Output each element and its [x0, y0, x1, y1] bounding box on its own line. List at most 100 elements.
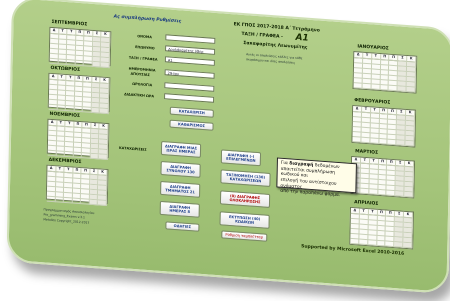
- calendar-days[interactable]: [48, 79, 110, 115]
- day-cell[interactable]: [49, 58, 59, 65]
- surname-label: ΕΠΩΝΥΜΟ: [135, 45, 155, 51]
- day-cell[interactable]: [100, 108, 109, 115]
- day-cell[interactable]: [82, 107, 92, 113]
- day-cell[interactable]: [359, 239, 369, 246]
- day-cell[interactable]: [397, 86, 407, 92]
- day-cell[interactable]: [385, 241, 395, 248]
- delete-date-button[interactable]: ΔΙΑΓΡΑΦΗ ΗΜΕΡΑΣ 8: [159, 200, 200, 218]
- day-cell[interactable]: [377, 189, 387, 196]
- day-cell[interactable]: [73, 152, 83, 159]
- clear-button[interactable]: ΚΑΘΑΡΙΣΜΟΣ: [169, 119, 214, 131]
- day-cell[interactable]: [74, 106, 84, 113]
- day-cell[interactable]: [403, 242, 413, 249]
- day-cell[interactable]: [64, 151, 74, 158]
- calendar-days[interactable]: [350, 213, 413, 249]
- day-cell[interactable]: [57, 105, 66, 111]
- day-cell[interactable]: [47, 150, 57, 157]
- day-cell[interactable]: [58, 59, 67, 66]
- day-cell[interactable]: [387, 139, 397, 146]
- delete-selected-button[interactable]: ΔΙΑΓΡΑΦΗ (-) ΕΠΙΛΕΓΜΕΝΩΝ: [220, 149, 262, 167]
- screenshot-stage: Ας συμπλήρωση Ρυθμίσεις ΕΚ ΓΠΟΣ 2017-201…: [0, 0, 450, 301]
- day-cell[interactable]: [46, 196, 56, 203]
- sort-button[interactable]: ΤΑΞΙΝΟΜΗΣΗ (130) ΚΑΤΑΧΩΡΙΣΕΩΝ: [220, 169, 271, 187]
- calendar-days[interactable]: [49, 33, 111, 69]
- delete-section-button[interactable]: ΔΙΑΓΡΑΦΗ ΤΜΗΜΑΤΟΣ 21: [160, 180, 201, 198]
- day-cell[interactable]: [396, 140, 406, 146]
- name-field[interactable]: [165, 34, 216, 44]
- day-cell[interactable]: [83, 61, 93, 67]
- calendar-days[interactable]: [353, 58, 417, 93]
- print-codes-button[interactable]: ΕΚΤΥΠΩΣΗ (40) ΚΩΔΙΚΩΝ: [219, 211, 270, 229]
- day-cell[interactable]: [99, 154, 108, 161]
- calendar-days[interactable]: [46, 171, 108, 206]
- day-cell[interactable]: [376, 240, 386, 247]
- day-cell[interactable]: [369, 189, 378, 195]
- day-cell[interactable]: [395, 191, 405, 197]
- day-cell[interactable]: [371, 84, 381, 91]
- class-title-label: ΤΑΞΗ / ΓΡΑΦΕΑ -: [241, 31, 283, 40]
- day-cell[interactable]: [352, 137, 362, 143]
- day-cell[interactable]: [92, 61, 102, 68]
- day-cell[interactable]: [353, 83, 363, 89]
- day-cell[interactable]: [65, 105, 75, 112]
- delete-group-button[interactable]: ΔΙΑΓΡΑΦΗ ΣΥΝΟΛΟΥ 130: [160, 160, 201, 178]
- lesson-label: ΔΙΔΑΚΤΙΚΗ ΩΡΑ: [124, 92, 155, 99]
- day-cell[interactable]: [81, 199, 90, 205]
- day-cell[interactable]: [360, 188, 370, 195]
- day-cell[interactable]: [48, 104, 58, 111]
- hour-field[interactable]: [164, 82, 215, 92]
- day-cell[interactable]: [98, 200, 107, 206]
- settings-button[interactable]: Ρύθμιση ταμπλέτταρ: [221, 230, 268, 242]
- day-cell[interactable]: [380, 85, 390, 91]
- calendar-feb: ΔΤΤΠΠΣΚ: [351, 104, 417, 148]
- hour-label: ΩΡΟΛΟΓΙΑ: [132, 81, 153, 88]
- day-cell[interactable]: [75, 60, 85, 67]
- name-label: ΟΝΟΜΑ: [137, 34, 152, 40]
- day-cell[interactable]: [370, 138, 380, 144]
- calendar-jan: ΔΤΤΠΠΣΚ: [352, 51, 418, 94]
- register-button[interactable]: ΚΑΤΑΧΩΡΙΣΗ: [169, 106, 214, 118]
- day-cell[interactable]: [404, 191, 414, 198]
- calendar-apr: ΔΤΤΠΠΣΚ: [349, 206, 415, 250]
- attendance-panel: Ας συμπλήρωση Ρυθμίσεις ΕΚ ΓΠΟΣ 2017-201…: [6, 0, 450, 295]
- day-cell[interactable]: [361, 137, 371, 144]
- calendar-mar: ΔΤΤΠΠΣΚ: [350, 155, 416, 199]
- day-cell[interactable]: [101, 62, 110, 69]
- date-label-2: ΑΠΟΥΣΙΑΣ: [130, 71, 150, 78]
- class-field[interactable]: Α1: [164, 56, 215, 66]
- actions-group-label: ΚΑΤΑΧΩΡΙΣΕΙΣ: [118, 145, 147, 152]
- delete-info-note: Για διαγραφή δεδομένων απαιτείται συμπλή…: [276, 157, 357, 198]
- day-cell[interactable]: [66, 60, 76, 66]
- class-label: ΤΑΞΗ / ΓΡΑΦΕΑ: [128, 55, 158, 62]
- settings-link[interactable]: Ας συμπλήρωση Ρυθμίσεις: [114, 14, 182, 24]
- day-cell[interactable]: [362, 83, 372, 90]
- calendar-days[interactable]: [351, 162, 414, 198]
- day-cell[interactable]: [350, 238, 360, 245]
- day-cell[interactable]: [405, 140, 415, 147]
- date-field[interactable]: 29-Ιαν: [164, 69, 215, 79]
- calendar-days[interactable]: [352, 112, 415, 147]
- day-cell[interactable]: [63, 197, 73, 204]
- delete-day-hour-button[interactable]: ΔΙΑΓΡΑΦΗ ΜΙΑΣ ΩΡΑΣ ΗΜΕΡΑΣ: [160, 140, 202, 158]
- day-cell[interactable]: [72, 198, 82, 205]
- day-cell[interactable]: [81, 153, 91, 159]
- delete-all-button[interactable]: (0) ΔΙΑΓΡΑΦΗΣ ΟΛΟΚΛΗΡΩΣΗΣ: [219, 190, 271, 208]
- day-cell[interactable]: [55, 197, 64, 203]
- day-cell[interactable]: [91, 107, 101, 114]
- day-cell[interactable]: [406, 86, 416, 93]
- day-cell[interactable]: [386, 190, 396, 197]
- day-cell[interactable]: [89, 199, 99, 206]
- calendar-oct: ΔΤΤΠΠΣΚ: [47, 72, 111, 115]
- day-cell[interactable]: [56, 151, 65, 157]
- lesson-field[interactable]: [164, 93, 215, 103]
- day-cell[interactable]: [90, 153, 100, 160]
- day-cell[interactable]: [378, 138, 388, 145]
- calendar-days[interactable]: [47, 125, 109, 161]
- day-cell[interactable]: [388, 85, 398, 92]
- calendar-nov: ΔΤΤΠΠΣΚ: [46, 118, 110, 161]
- help-button[interactable]: ΟΔΗΓΙΕΣ: [165, 221, 200, 232]
- surname-field[interactable]: Δουλάκαρίτης (Θερ: [165, 45, 216, 55]
- day-cell[interactable]: [394, 242, 404, 248]
- day-cell[interactable]: [367, 240, 377, 246]
- class-title-value: Α1: [295, 32, 309, 44]
